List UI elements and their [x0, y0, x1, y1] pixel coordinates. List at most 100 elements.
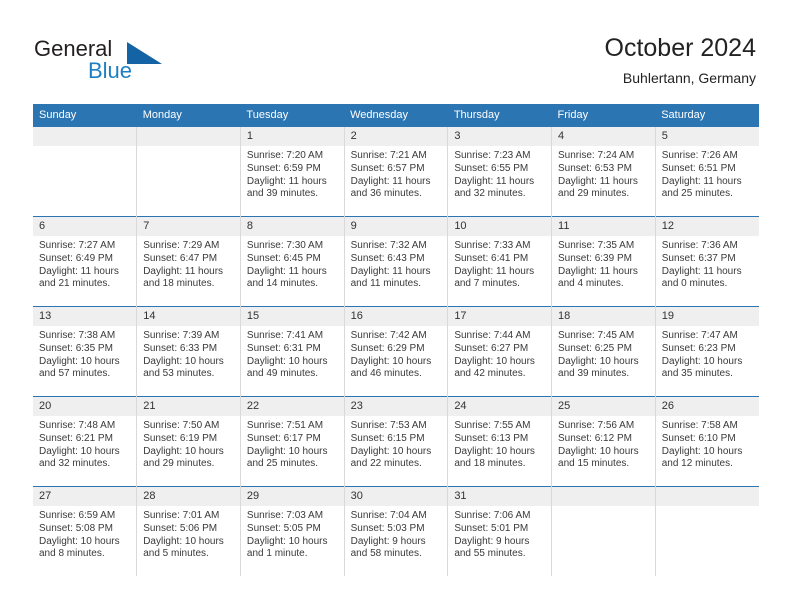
calendar-day-cell[interactable]: 7 Sunrise: 7:29 AM Sunset: 6:47 PM Daylight…: [136, 216, 241, 307]
calendar-day-cell[interactable]: 16 Sunrise: 7:42 AM Sunset: 6:29 PM Dayligh…: [343, 306, 449, 397]
calendar-day-cell[interactable]: 23 Sunrise: 7:53 AM Sunset: 6:15 PM Dayligh…: [343, 396, 449, 487]
sunset-time: Sunset: 5:08 PM: [39, 522, 113, 534]
brand-logo[interactable]: General Blue: [34, 36, 234, 92]
calendar-day-cell[interactable]: 25 Sunrise: 7:56 AM Sunset: 6:12 PM Dayligh…: [551, 396, 656, 487]
sunset-time: Sunset: 6:45 PM: [246, 252, 321, 264]
day-sun-info: Sunrise: 7:45 AM Sunset: 6:25 PM Daylight:…: [552, 326, 655, 381]
daylight-duration-line1: Daylight: 11 hours: [558, 265, 638, 277]
calendar-day-cell[interactable]: 17 Sunrise: 7:44 AM Sunset: 6:27 PM Dayligh…: [447, 306, 553, 397]
calendar-day-cell[interactable]: 12 Sunrise: 7:36 AM Sunset: 6:37 PM Dayligh…: [654, 216, 759, 307]
sunset-time: Sunset: 6:13 PM: [454, 432, 529, 444]
daylight-duration-line2: and 18 minutes.: [143, 278, 215, 290]
day-sun-info: Sunrise: 7:35 AM Sunset: 6:39 PM Daylight:…: [552, 236, 655, 291]
day-number: [33, 127, 137, 146]
calendar-day-cell[interactable]: 8 Sunrise: 7:30 AM Sunset: 6:45 PM Daylight…: [239, 216, 345, 307]
sunrise-time: Sunrise: 7:23 AM: [454, 150, 531, 161]
daylight-duration-line1: Daylight: 11 hours: [246, 175, 327, 187]
day-sun-info: Sunrise: 7:42 AM Sunset: 6:29 PM Daylight:…: [345, 326, 448, 381]
weekday-header-tuesday: Tuesday: [240, 104, 345, 127]
daylight-duration-line1: Daylight: 10 hours: [143, 445, 224, 457]
sunrise-time: Sunrise: 7:56 AM: [558, 420, 635, 431]
day-number: 31: [448, 487, 552, 506]
day-number: 15: [240, 307, 344, 326]
sunrise-time: Sunrise: 7:04 AM: [350, 510, 427, 521]
sunrise-time: Sunrise: 7:51 AM: [246, 420, 324, 431]
calendar-day-cell[interactable]: 2 Sunrise: 7:21 AM Sunset: 6:57 PM Daylight…: [343, 127, 449, 217]
weekday-header-sunday: Sunday: [33, 104, 137, 127]
calendar-header-row: Sunday Monday Tuesday Wednesday Thursday Frid…: [33, 104, 759, 127]
calendar: Sunday Monday Tuesday Wednesday Thursday Frid…: [33, 104, 759, 576]
calendar-day-cell[interactable]: 14 Sunrise: 7:39 AM Sunset: 6:33 PM Dayligh…: [136, 306, 241, 397]
daylight-duration-line2: and 49 minutes.: [246, 368, 319, 380]
sunrise-time: Sunrise: 7:39 AM: [143, 330, 220, 341]
page-header-bar: General Blue October 2024 Buhlertann, Ge…: [0, 0, 792, 100]
calendar-day-cell[interactable]: 5 Sunrise: 7:26 AM Sunset: 6:51 PM Daylight…: [654, 127, 759, 217]
calendar-day-cell[interactable]: 13 Sunrise: 7:38 AM Sunset: 6:35 PM Dayligh…: [33, 306, 138, 397]
calendar-week-row: 1 Sunrise: 7:20 AM Sunset: 6:59 PM Daylight…: [33, 127, 759, 217]
calendar-day-cell[interactable]: 26 Sunrise: 7:58 AM Sunset: 6:10 PM Dayligh…: [654, 396, 759, 487]
sunset-time: Sunset: 6:17 PM: [246, 432, 321, 444]
day-number: [137, 127, 240, 146]
day-number: 8: [240, 217, 344, 236]
calendar-day-cell[interactable]: 9 Sunrise: 7:32 AM Sunset: 6:43 PM Daylight…: [343, 216, 449, 307]
calendar-day-cell[interactable]: 21 Sunrise: 7:50 AM Sunset: 6:19 PM Dayligh…: [136, 396, 241, 487]
daylight-duration-line1: Daylight: 11 hours: [350, 175, 431, 187]
calendar-day-cell[interactable]: 1 Sunrise: 7:20 AM Sunset: 6:59 PM Daylight…: [239, 127, 345, 217]
sunrise-time: Sunrise: 7:20 AM: [246, 150, 324, 161]
day-number: 14: [137, 307, 240, 326]
daylight-duration-line1: Daylight: 10 hours: [661, 355, 743, 367]
sunset-time: Sunset: 6:27 PM: [454, 342, 529, 354]
sunrise-time: Sunrise: 7:24 AM: [558, 150, 635, 161]
daylight-duration-line1: Daylight: 11 hours: [454, 265, 535, 277]
calendar-day-cell-empty: [136, 127, 241, 217]
day-number: 18: [552, 307, 655, 326]
sunset-time: Sunset: 6:23 PM: [661, 342, 736, 354]
calendar-day-cell[interactable]: 22 Sunrise: 7:51 AM Sunset: 6:17 PM Dayligh…: [239, 396, 345, 487]
daylight-duration-line1: Daylight: 10 hours: [143, 355, 224, 367]
calendar-day-cell[interactable]: 29 Sunrise: 7:03 AM Sunset: 5:05 PM Dayligh…: [239, 486, 345, 576]
calendar-day-cell[interactable]: 27 Sunrise: 6:59 AM Sunset: 5:08 PM Dayligh…: [33, 486, 138, 576]
calendar-day-cell[interactable]: 18 Sunrise: 7:45 AM Sunset: 6:25 PM Dayligh…: [551, 306, 656, 397]
calendar-day-cell[interactable]: 30 Sunrise: 7:04 AM Sunset: 5:03 PM Dayligh…: [343, 486, 449, 576]
daylight-duration-line2: and 29 minutes.: [558, 188, 630, 200]
calendar-day-cell-empty: [654, 486, 759, 576]
day-number: 9: [344, 217, 448, 236]
calendar-day-cell[interactable]: 28 Sunrise: 7:01 AM Sunset: 5:06 PM Dayligh…: [136, 486, 241, 576]
calendar-table: Sunday Monday Tuesday Wednesday Thursday Frid…: [33, 104, 759, 576]
day-sun-info: Sunrise: 7:51 AM Sunset: 6:17 PM Daylight:…: [241, 416, 344, 471]
day-number: [655, 487, 759, 506]
day-number: 19: [655, 307, 759, 326]
calendar-day-cell[interactable]: 24 Sunrise: 7:55 AM Sunset: 6:13 PM Dayligh…: [447, 396, 553, 487]
sunset-time: Sunset: 5:03 PM: [350, 522, 425, 534]
day-sun-info: Sunrise: 7:44 AM Sunset: 6:27 PM Daylight:…: [448, 326, 551, 381]
day-number: 16: [344, 307, 448, 326]
daylight-duration-line2: and 53 minutes.: [143, 368, 215, 380]
daylight-duration-line2: and 12 minutes.: [661, 458, 733, 470]
daylight-duration-line2: and 55 minutes.: [454, 548, 526, 560]
sunrise-time: Sunrise: 7:30 AM: [246, 240, 324, 251]
calendar-day-cell[interactable]: 20 Sunrise: 7:48 AM Sunset: 6:21 PM Dayligh…: [33, 396, 138, 487]
calendar-day-cell[interactable]: 4 Sunrise: 7:24 AM Sunset: 6:53 PM Daylight…: [551, 127, 656, 217]
daylight-duration-line2: and 7 minutes.: [454, 278, 520, 290]
calendar-day-cell[interactable]: 10 Sunrise: 7:33 AM Sunset: 6:41 PM Dayligh…: [447, 216, 553, 307]
calendar-day-cell[interactable]: 15 Sunrise: 7:41 AM Sunset: 6:31 PM Dayligh…: [239, 306, 345, 397]
day-sun-info: Sunrise: 7:04 AM Sunset: 5:03 PM Daylight:…: [345, 506, 448, 561]
calendar-day-cell[interactable]: 11 Sunrise: 7:35 AM Sunset: 6:39 PM Dayligh…: [551, 216, 656, 307]
daylight-duration-line1: Daylight: 10 hours: [350, 355, 432, 367]
calendar-day-cell[interactable]: 6 Sunrise: 7:27 AM Sunset: 6:49 PM Daylight…: [33, 216, 138, 307]
daylight-duration-line2: and 35 minutes.: [661, 368, 733, 380]
sunrise-time: Sunrise: 7:26 AM: [661, 150, 738, 161]
calendar-week-row: 6 Sunrise: 7:27 AM Sunset: 6:49 PM Daylight…: [33, 216, 759, 307]
calendar-day-cell[interactable]: 3 Sunrise: 7:23 AM Sunset: 6:55 PM Daylight…: [447, 127, 553, 217]
sunset-time: Sunset: 6:19 PM: [143, 432, 218, 444]
daylight-duration-line2: and 1 minute.: [246, 548, 308, 560]
calendar-day-cell[interactable]: 31 Sunrise: 7:06 AM Sunset: 5:01 PM Dayligh…: [447, 486, 553, 576]
daylight-duration-line1: Daylight: 10 hours: [246, 355, 328, 367]
calendar-day-cell[interactable]: 19 Sunrise: 7:47 AM Sunset: 6:23 PM Dayligh…: [654, 306, 759, 397]
day-number: 23: [344, 397, 448, 416]
day-number: 3: [448, 127, 552, 146]
daylight-duration-line1: Daylight: 9 hours: [350, 535, 426, 547]
sunrise-time: Sunrise: 7:50 AM: [143, 420, 220, 431]
daylight-duration-line2: and 22 minutes.: [350, 458, 422, 470]
day-number: 4: [552, 127, 655, 146]
